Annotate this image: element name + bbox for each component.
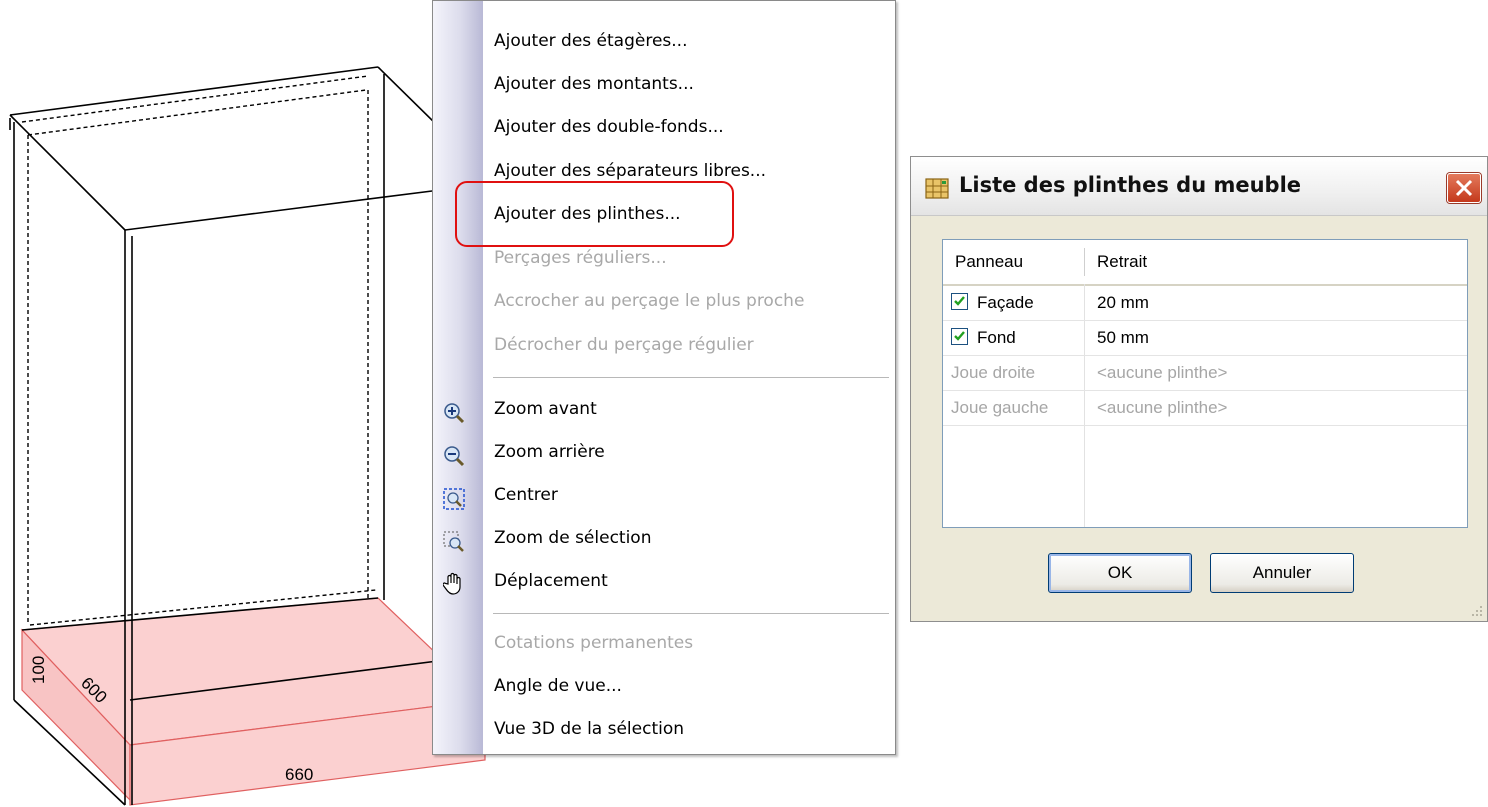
row-panel-name: Façade: [977, 293, 1034, 312]
menu-item-label: Centrer: [494, 485, 558, 505]
menu-separator: [493, 613, 889, 615]
menu-item-zoom-out[interactable]: Zoom arrière: [433, 432, 895, 472]
row-panel-name: Fond: [977, 328, 1016, 347]
list-row[interactable]: Façade 20 mm: [943, 286, 1467, 321]
context-menu: Ajouter des étagères... Ajouter des mont…: [432, 0, 896, 755]
plinths-list[interactable]: Panneau Retrait Façade 20 mm Fond 50 mm …: [942, 239, 1468, 528]
cabinet-hidden-edges: [21, 75, 377, 626]
menu-item-add-uprights[interactable]: Ajouter des montants...: [433, 64, 895, 104]
menu-item-add-shelves[interactable]: Ajouter des étagères...: [433, 21, 895, 61]
zoom-in-icon: [443, 399, 465, 424]
menu-item-unhook-regular-drilling: Décrocher du perçage régulier: [433, 325, 895, 365]
cabinet-icon: [925, 177, 949, 199]
menu-item-label: Vue 3D de la sélection: [494, 719, 685, 739]
dialog-title: Liste des plinthes du meuble: [959, 173, 1302, 197]
menu-item-hook-nearest-drilling: Accrocher au perçage le plus proche: [433, 281, 895, 321]
menu-item-label: Zoom de sélection: [494, 528, 652, 548]
ok-button[interactable]: OK: [1048, 553, 1192, 593]
row-checkbox[interactable]: [951, 293, 968, 310]
checkmark-icon: [954, 331, 965, 341]
menu-item-label: Angle de vue...: [494, 676, 622, 696]
list-header: Panneau Retrait: [943, 240, 1467, 286]
menu-item-label: Ajouter des étagères...: [494, 31, 688, 51]
list-row[interactable]: Fond 50 mm: [943, 321, 1467, 356]
zoom-out-icon: [443, 442, 465, 467]
list-row: Joue droite <aucune plinthe>: [943, 356, 1467, 391]
row-offset-value: <aucune plinthe>: [1097, 398, 1228, 417]
hand-pan-icon: [442, 571, 465, 595]
menu-item-center[interactable]: Centrer: [433, 475, 895, 515]
dimension-height-label: 100: [29, 656, 48, 684]
highlight-annotation: [455, 181, 734, 247]
row-offset-value: 50 mm: [1097, 328, 1149, 347]
zoom-selection-icon: [443, 528, 465, 552]
menu-item-label: Cotations permanentes: [494, 633, 694, 653]
plinths-dialog: Liste des plinthes du meuble Panneau Ret…: [910, 156, 1488, 622]
row-panel-name: Joue droite: [951, 363, 1036, 382]
row-offset-value: <aucune plinthe>: [1097, 363, 1228, 382]
row-checkbox[interactable]: [951, 328, 968, 345]
menu-item-label: Zoom arrière: [494, 442, 605, 462]
dialog-titlebar[interactable]: Liste des plinthes du meuble: [911, 157, 1487, 216]
row-panel-name: Joue gauche: [951, 398, 1049, 417]
resize-grip-icon[interactable]: [1470, 604, 1484, 618]
menu-item-zoom-selection[interactable]: Zoom de sélection: [433, 518, 895, 558]
menu-item-view-angle[interactable]: Angle de vue...: [433, 666, 895, 706]
menu-item-label: Zoom avant: [494, 399, 597, 419]
center-view-icon: [443, 485, 465, 510]
menu-item-label: Déplacement: [494, 571, 608, 591]
checkmark-icon: [954, 296, 965, 306]
dimension-width-label: 660: [285, 765, 313, 784]
close-button[interactable]: [1447, 173, 1481, 203]
menu-item-add-double-bottoms[interactable]: Ajouter des double-fonds...: [433, 107, 895, 147]
menu-item-permanent-dimensions: Cotations permanentes: [433, 623, 895, 663]
menu-separator: [493, 377, 889, 379]
menu-item-label: Ajouter des double-fonds...: [494, 117, 724, 137]
list-row: Joue gauche <aucune plinthe>: [943, 391, 1467, 426]
menu-item-3d-view-selection[interactable]: Vue 3D de la sélection: [433, 709, 895, 749]
column-header-panel[interactable]: Panneau: [955, 252, 1023, 272]
row-offset-value: 20 mm: [1097, 293, 1149, 312]
cabinet-3d-view[interactable]: 100 600 660: [0, 0, 500, 807]
menu-item-pan[interactable]: Déplacement: [433, 561, 895, 601]
cancel-button[interactable]: Annuler: [1210, 553, 1354, 593]
column-divider[interactable]: [1084, 248, 1085, 276]
menu-item-label: Ajouter des montants...: [494, 74, 694, 94]
close-icon: [1455, 179, 1473, 197]
column-header-offset[interactable]: Retrait: [1097, 252, 1147, 272]
menu-item-label: Accrocher au perçage le plus proche: [494, 291, 805, 311]
menu-item-zoom-in[interactable]: Zoom avant: [433, 389, 895, 429]
menu-item-label: Décrocher du perçage régulier: [494, 335, 754, 355]
